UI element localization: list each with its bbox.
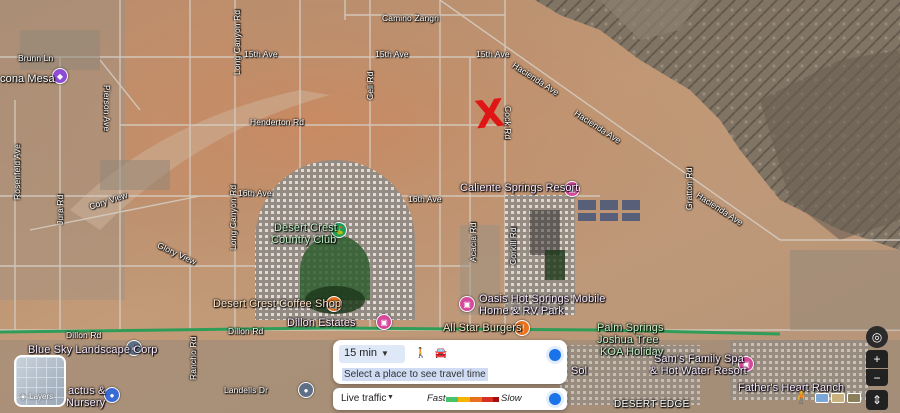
driving-mode-icon[interactable]: 🚘	[433, 347, 449, 361]
traffic-legend-swatch	[446, 397, 458, 402]
live-traffic-dropdown[interactable]: Live traffic	[341, 393, 386, 404]
hotel-pin-icon[interactable]: ▣	[376, 314, 392, 330]
road-jura-rd: Jura Rd	[55, 194, 65, 225]
road-corkill-rd: Corkill Rd	[508, 227, 518, 265]
road-15th-ave: 15th Ave	[476, 49, 510, 59]
travel-time-panel: 15 min ▼ 🚶 🚘 Select a place to see travel…	[333, 340, 567, 384]
travel-time-value: 15 min	[344, 347, 378, 359]
road-15th-ave: 15th Ave	[375, 49, 409, 59]
road-dillon-rd: Dillon Rd	[228, 326, 264, 336]
place-sams-family-spa[interactable]: Sam's Family Spa	[654, 353, 744, 365]
place-desert-crest-cc[interactable]: Desert Crest	[274, 222, 337, 234]
zoom-out-button[interactable]: −	[866, 369, 888, 386]
imagery-thumbnail[interactable]	[815, 393, 829, 403]
layers-icon: ◈	[20, 392, 27, 401]
locate-me-button[interactable]: ◎	[866, 326, 888, 348]
place-desert-crest-coffee[interactable]: Desert Crest Coffee Shop	[213, 298, 341, 310]
zoom-in-button[interactable]: +	[866, 350, 888, 368]
place-pin-icon[interactable]: ●	[298, 382, 314, 398]
road-rosenfeld: Rosenfeld Ave	[12, 144, 22, 200]
place-all-star-burgers[interactable]: All Star Burgers	[443, 322, 522, 334]
expand-icon: ⇕	[871, 393, 883, 407]
travel-time-toggle[interactable]	[549, 349, 561, 361]
live-traffic-toggle[interactable]	[549, 393, 561, 405]
place-palm-springs-koa[interactable]: Joshua Tree	[597, 334, 659, 346]
place-desert-crest-cc[interactable]: Country Club	[271, 234, 336, 246]
road-rancho-rd: Rancho Rd	[188, 336, 198, 380]
road-long-canyon: Long Canyon Rd	[232, 9, 242, 75]
place-fathers-heart-ranch[interactable]: Father's Heart Ranch	[738, 382, 844, 394]
layers-button[interactable]: ◈ Layers	[14, 355, 66, 407]
road-cell-rd: Cell Rd	[365, 71, 375, 100]
road-henderton: Henderton Rd	[250, 117, 305, 127]
annotation-x-mark: X	[472, 90, 507, 138]
minus-icon: −	[873, 370, 881, 385]
layers-label: Layers	[29, 392, 54, 401]
plus-icon: +	[873, 352, 881, 366]
shop-pin-icon[interactable]: ●	[104, 387, 120, 403]
place-caliente-springs[interactable]: Caliente Springs Resort	[460, 182, 578, 194]
place-sol[interactable]: Sol	[571, 365, 587, 377]
place-desert-edge: DESERT EDGE	[614, 399, 690, 410]
road-gratton-rd: Gratton Rd	[684, 167, 694, 210]
traffic-legend-swatch	[470, 397, 482, 402]
locate-icon: ◎	[871, 330, 883, 344]
pegman-icon[interactable]: 🧍	[793, 389, 809, 411]
travel-time-hint: Select a place to see travel time	[342, 368, 488, 381]
place-sams-family-spa[interactable]: & Hot Water Resort	[650, 365, 747, 377]
traffic-legend-swatch	[493, 397, 499, 402]
chevron-down-icon[interactable]: ▼	[387, 394, 394, 401]
imagery-thumbnail[interactable]	[831, 393, 845, 403]
hotel-pin-icon[interactable]: ▣	[459, 296, 475, 312]
live-traffic-panel: Live traffic ▼ Fast Slow	[333, 388, 567, 410]
place-dillon-estates[interactable]: Dillon Estates	[287, 317, 356, 329]
place-cactus-nursery[interactable]: actus &	[68, 385, 105, 397]
place-oasis-hot-springs[interactable]: Oasis Hot Springs Mobile	[479, 293, 606, 305]
road-pierson: Pierson Ave	[102, 85, 112, 132]
road-landells: Landells Dr	[224, 385, 269, 395]
traffic-slow-label: Slow	[501, 393, 522, 404]
traffic-legend-swatch	[458, 397, 470, 402]
place-acona-mesa[interactable]: cona Mesa	[0, 73, 55, 85]
road-long-canyon: Long Canyon Rd	[228, 184, 238, 250]
walking-mode-icon[interactable]: 🚶	[413, 347, 429, 361]
travel-time-dropdown[interactable]: 15 min ▼	[339, 345, 405, 363]
expand-button[interactable]: ⇕	[866, 390, 888, 410]
road-acacia-rd: Acacia Rd	[468, 222, 478, 262]
road-brunn-ln: Brunn Ln	[18, 53, 54, 63]
road-16th-ave: 16th Ave	[408, 194, 442, 204]
place-cactus-nursery[interactable]: Nursery	[66, 397, 105, 409]
place-palm-springs-koa[interactable]: Palm Springs	[597, 322, 664, 334]
road-dillon-rd: Dillon Rd	[66, 330, 102, 340]
chevron-down-icon: ▼	[381, 349, 389, 358]
traffic-fast-label: Fast	[427, 393, 446, 404]
road-16th-ave: 16th Ave	[238, 188, 272, 198]
imagery-thumbnail[interactable]	[847, 393, 861, 403]
place-oasis-hot-springs[interactable]: Home & RV Park	[479, 305, 564, 317]
road-15th-ave: 15th Ave	[244, 49, 278, 59]
road-camino-zangri: Camino Zangri	[382, 13, 440, 23]
